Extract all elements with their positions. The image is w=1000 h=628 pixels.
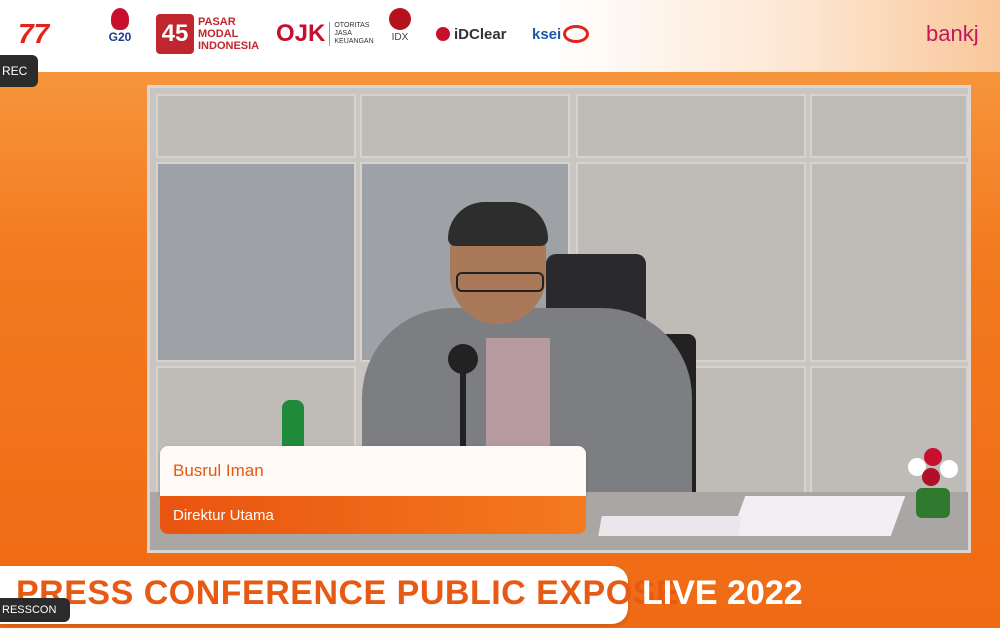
rec-badge: REC: [0, 55, 38, 87]
logo-bank: bankj: [926, 21, 979, 46]
idx-globe-icon: [389, 8, 411, 30]
wall-panel: [156, 94, 356, 158]
flower-vase: [916, 488, 950, 518]
documents: [730, 496, 906, 536]
documents: [598, 516, 742, 536]
flower: [922, 468, 940, 486]
flower-arrangement: [900, 440, 966, 520]
wall-panel: [810, 162, 968, 362]
microphone-icon: [448, 344, 478, 374]
logo-77: 77: [18, 18, 50, 49]
logo-pasar-modal: 45 PASAR MODAL INDONESIA: [156, 8, 268, 60]
wall-panel: [156, 162, 356, 362]
logo-bar: 77 G20 45 PASAR MODAL INDONESIA OJK OTOR…: [0, 0, 1000, 72]
logo-ojk: OJK OTORITAS JASA KEUANGAN: [276, 20, 374, 47]
ksei-ring-icon: [563, 25, 590, 43]
logo-ksei: ksei: [532, 8, 590, 60]
speaker-shirt: [486, 338, 550, 458]
speaker-glasses: [456, 272, 544, 292]
flower: [924, 448, 942, 466]
event-banner-text: PRESS CONFERENCE PUBLIC EXPOSE: [16, 574, 680, 612]
wall-panel: [810, 94, 968, 158]
idclear-dot-icon: [436, 27, 450, 41]
g20-emblem-icon: [111, 8, 129, 30]
logo-idclear: iDClear: [436, 8, 507, 60]
wall-panel: [576, 94, 806, 158]
microphone-stand: [460, 372, 466, 452]
logo-g20: G20: [100, 8, 140, 60]
speaker-title: Direktur Utama: [160, 496, 586, 534]
speaker-name: Busrul Iman: [160, 446, 586, 496]
speaker-hair: [448, 202, 548, 246]
flower: [940, 460, 958, 478]
speaker-lower-third: Busrul Iman Direktur Utama: [160, 446, 586, 540]
logo-idx: IDX: [370, 8, 430, 60]
wall-panel: [360, 94, 570, 158]
event-live-text: LIVE 2022: [642, 574, 803, 612]
presscon-badge: RESSCON: [0, 598, 70, 622]
